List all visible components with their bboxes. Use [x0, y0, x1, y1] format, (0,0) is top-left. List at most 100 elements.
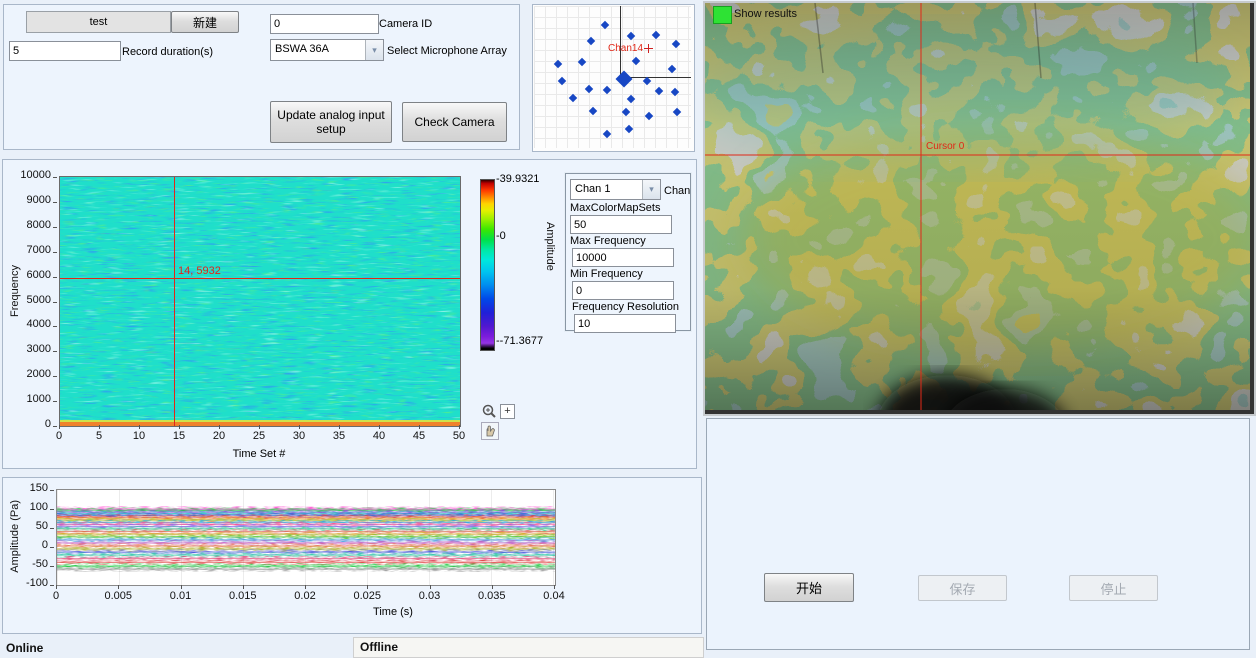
tick-label: 20: [199, 430, 239, 442]
tick-label: 3000: [3, 343, 51, 355]
min-frequency-input[interactable]: 0: [572, 281, 674, 300]
waveform-traces: [57, 490, 555, 585]
chan-select[interactable]: Chan 1 ▾: [570, 179, 661, 200]
mic-dot: [569, 94, 577, 102]
tick-label: 0.035: [464, 590, 520, 602]
mic-dot: [627, 32, 635, 40]
tick-label: 50: [439, 430, 479, 442]
waveform-xlabel: Time (s): [333, 606, 453, 618]
spectrogram-cursor-vline[interactable]: [174, 177, 175, 426]
frequency-resolution-label: Frequency Resolution: [572, 301, 679, 313]
spectrogram-panel: 14, 5932 0100020003000400050006000700080…: [2, 159, 697, 469]
mic-dot: [671, 88, 679, 96]
acoustic-camera-app: { "setup_panel": { "project_name": "test…: [0, 0, 1256, 658]
tick-label: 0: [3, 418, 51, 430]
min-frequency-label: Min Frequency: [570, 268, 643, 280]
tick-label: 4000: [3, 318, 51, 330]
mic-dot: [625, 125, 633, 133]
record-duration-label: Record duration(s): [122, 46, 213, 58]
chan14-label: Chan14: [608, 43, 643, 54]
control-panel: 开始 保存 停止: [706, 418, 1250, 650]
tick-label: 150: [3, 482, 48, 494]
max-frequency-label: Max Frequency: [570, 235, 646, 247]
camera-cursor-label: Cursor 0: [926, 141, 964, 152]
camera-overlay-image: [705, 3, 1250, 410]
mic-dot: [603, 130, 611, 138]
pan-tool-icon[interactable]: [481, 422, 499, 440]
tick-label: 2000: [3, 368, 51, 380]
mic-dot: [589, 107, 597, 115]
mic-array-panel: Chan14: [532, 4, 695, 152]
save-button[interactable]: 保存: [918, 575, 1007, 601]
tick-label: 0.03: [402, 590, 458, 602]
mic-center-dot: [616, 71, 633, 88]
amplitude-colorbar: [480, 179, 495, 351]
mic-dot: [603, 86, 611, 94]
tick-label: -100: [3, 577, 48, 589]
tick-label: 30: [279, 430, 319, 442]
mic-dot: [558, 77, 566, 85]
tick-label: 15: [159, 430, 199, 442]
tick-label: 25: [239, 430, 279, 442]
waveform-panel: 150100500-50-100 00.0050.010.0150.020.02…: [2, 477, 702, 634]
check-camera-button[interactable]: Check Camera: [402, 102, 507, 142]
max-frequency-input[interactable]: 10000: [572, 248, 674, 267]
spectrogram-ylabel: Frequency: [9, 265, 21, 317]
zoom-tool-icon[interactable]: [481, 403, 499, 421]
mic-plot-vline: [620, 6, 621, 77]
colorbar-title: Amplitude: [544, 222, 556, 271]
mic-array-select[interactable]: BSWA 36A ▾: [270, 39, 384, 61]
waveform-plot[interactable]: [56, 489, 556, 586]
mic-dot: [652, 31, 660, 39]
colorbar-max-label: -39.9321: [496, 173, 539, 185]
camera-view[interactable]: Show results Cursor 0: [703, 1, 1256, 416]
project-name-display[interactable]: test: [26, 11, 171, 33]
stop-button[interactable]: 停止: [1069, 575, 1158, 601]
mic-dot: [622, 108, 630, 116]
mic-dot: [578, 58, 586, 66]
show-results-label: Show results: [734, 8, 797, 20]
maxcolormapsets-input[interactable]: 50: [570, 215, 672, 234]
zoom-mode-box[interactable]: +: [500, 404, 515, 419]
offline-status-box: Offline: [353, 637, 704, 658]
chan-select-value: Chan 1: [571, 180, 642, 199]
tick-label: 1000: [3, 393, 51, 405]
chevron-down-icon[interactable]: ▾: [365, 40, 383, 60]
update-analog-input-button[interactable]: Update analog input setup: [270, 101, 392, 143]
spectrogram-cursor-hline[interactable]: [60, 278, 460, 279]
frequency-resolution-input[interactable]: 10: [574, 314, 676, 333]
mic-dot: [632, 57, 640, 65]
mic-dot: [645, 112, 653, 120]
tick-label: 5: [79, 430, 119, 442]
chan-label: Chan: [664, 185, 690, 197]
mic-array-plot[interactable]: Chan14: [534, 6, 691, 148]
camera-id-input[interactable]: 0: [270, 14, 379, 34]
spectrogram-xlabel: Time Set #: [199, 448, 319, 460]
chevron-down-icon[interactable]: ▾: [642, 180, 660, 199]
colorbar-mid-label: -0: [496, 230, 506, 242]
tick-label: 0.01: [153, 590, 209, 602]
tick-label: 0: [39, 430, 79, 442]
waveform-ylabel: Amplitude (Pa): [9, 500, 21, 573]
tick-label: 0.04: [526, 590, 582, 602]
record-duration-input[interactable]: 5: [9, 41, 121, 61]
start-button[interactable]: 开始: [764, 573, 854, 602]
analysis-controls-group: Chan 1 ▾ Chan MaxColorMapSets 50 Max Fre…: [565, 173, 691, 331]
mic-dot: [668, 65, 676, 73]
tick-label: 35: [319, 430, 359, 442]
spectrogram-plot[interactable]: 14, 5932: [59, 176, 461, 427]
mic-array-label: Select Microphone Array: [387, 45, 507, 57]
mic-dot: [672, 40, 680, 48]
new-project-button[interactable]: 新建: [171, 11, 239, 33]
tick-label: 0.025: [339, 590, 395, 602]
colorbar-min-label: --71.3677: [496, 335, 543, 347]
tick-label: 8000: [3, 219, 51, 231]
mic-dot: [554, 60, 562, 68]
spectrogram-cursor-label: 14, 5932: [178, 265, 221, 277]
mic-dot: [673, 108, 681, 116]
tick-label: 7000: [3, 244, 51, 256]
tick-label: 45: [399, 430, 439, 442]
online-status-label: Online: [6, 641, 43, 655]
mic-dot: [585, 85, 593, 93]
show-results-checkbox[interactable]: [713, 6, 732, 24]
